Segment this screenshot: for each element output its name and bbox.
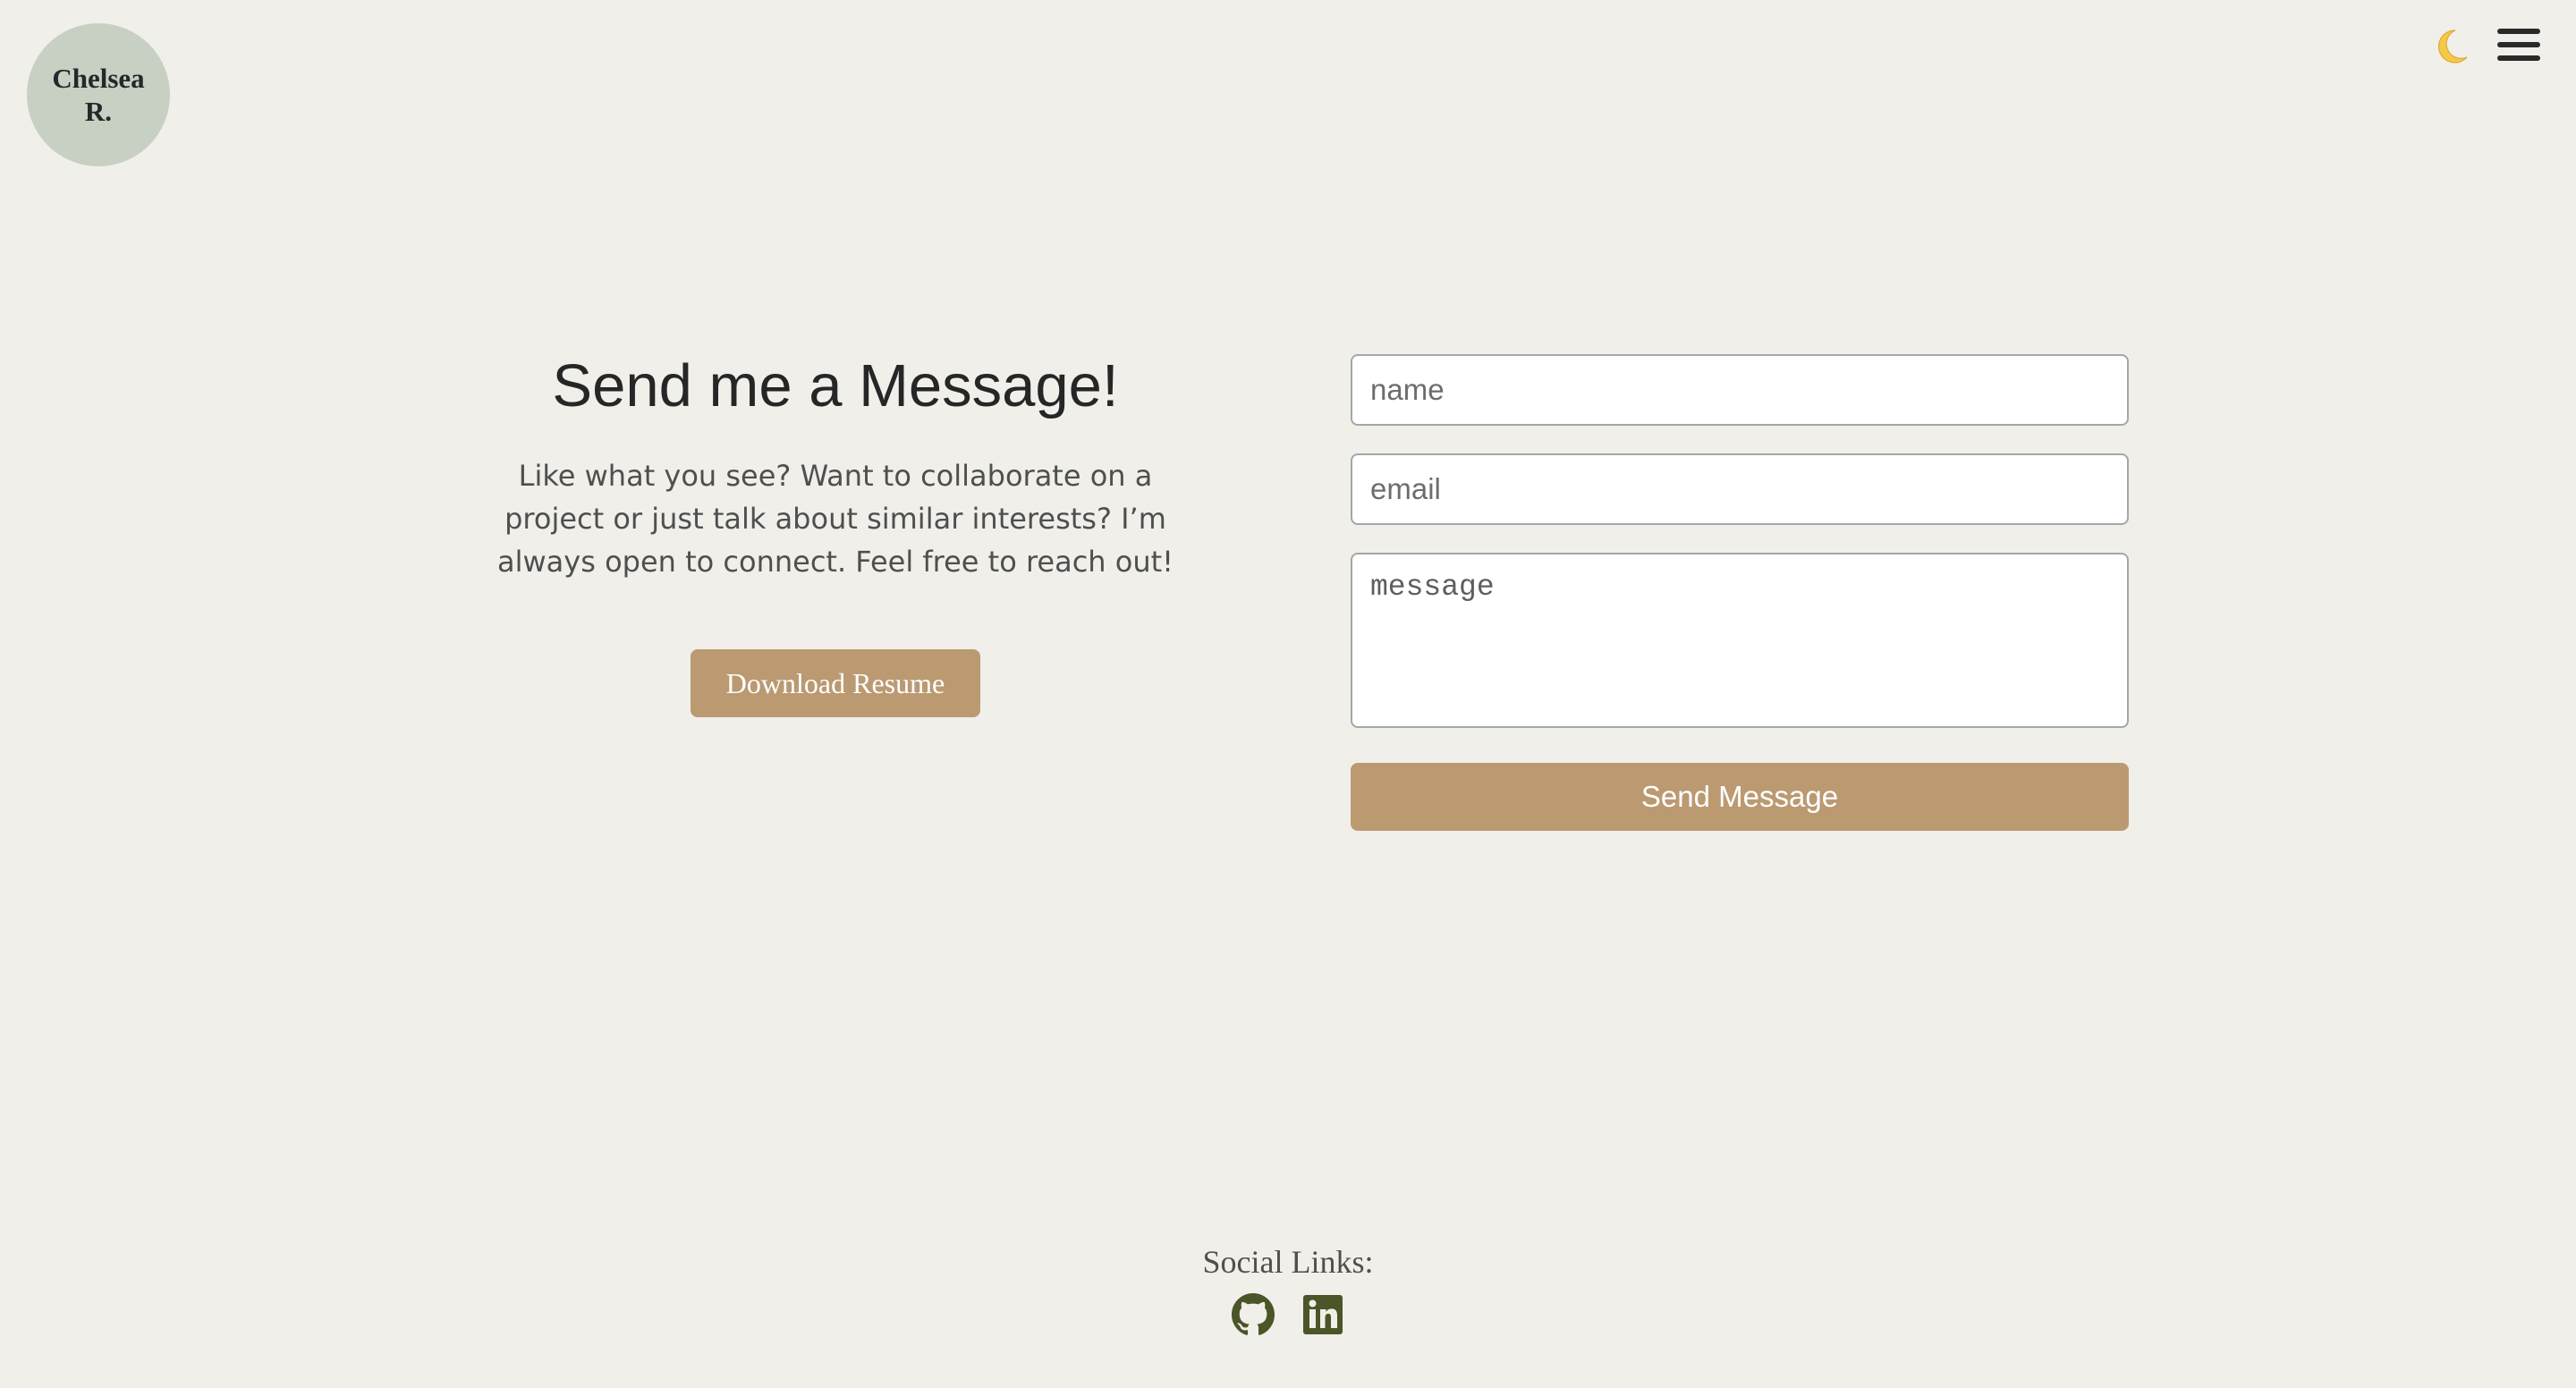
contact-form: Send Message xyxy=(1351,354,2129,831)
moon-icon[interactable] xyxy=(2431,27,2470,66)
social-footer: Social Links: xyxy=(0,1241,2576,1336)
logo-text: Chelsea R. xyxy=(40,62,157,128)
menu-bar xyxy=(2497,29,2540,34)
contact-intro: Send me a Message! Like what you see? Wa… xyxy=(460,345,1211,717)
social-links-title: Social Links: xyxy=(1202,1244,1374,1280)
menu-bar xyxy=(2497,55,2540,61)
page-title: Send me a Message! xyxy=(552,352,1119,419)
site-logo[interactable]: Chelsea R. xyxy=(27,23,170,166)
menu-bar xyxy=(2497,42,2540,47)
logo-line-1: Chelsea xyxy=(52,63,145,94)
email-input[interactable] xyxy=(1351,453,2129,525)
logo-line-2: R. xyxy=(84,96,113,127)
github-icon[interactable] xyxy=(1232,1293,1275,1336)
name-input[interactable] xyxy=(1351,354,2129,426)
intro-description: Like what you see? Want to collaborate o… xyxy=(497,459,1174,579)
hamburger-menu-icon[interactable] xyxy=(2497,29,2540,61)
download-resume-button[interactable]: Download Resume xyxy=(691,649,980,717)
message-textarea[interactable] xyxy=(1351,553,2129,728)
linkedin-icon[interactable] xyxy=(1301,1293,1344,1336)
social-links xyxy=(0,1293,2576,1336)
send-message-button[interactable]: Send Message xyxy=(1351,763,2129,831)
